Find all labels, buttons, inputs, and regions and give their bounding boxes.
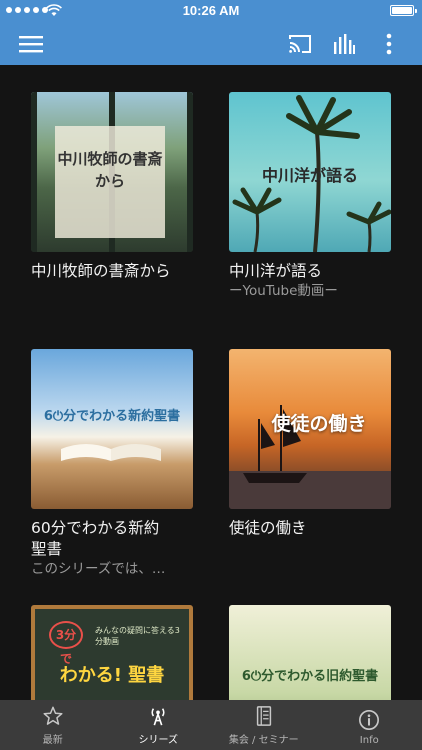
series-subtitle: ーYouTube動画ー <box>229 283 338 299</box>
thumbnail-small-text: みんなの疑問に答える3分動画 <box>95 626 180 646</box>
more-vertical-icon <box>386 33 392 54</box>
equalizer-button[interactable] <box>328 22 360 65</box>
thumbnail-badge: 3分で <box>49 621 83 666</box>
battery-icon <box>390 5 417 16</box>
series-title: 60分でわかる新約聖書 <box>31 519 160 558</box>
open-book-illustration <box>61 444 161 461</box>
thumbnail-text: 中川牧師の書斎から <box>57 150 163 190</box>
series-card-nakagawa-speaks[interactable]: 中川洋が語る 中川洋が語る ーYouTube動画ー <box>229 92 391 300</box>
tab-label: Info <box>359 735 379 746</box>
tab-series[interactable]: シリーズ <box>106 700 212 750</box>
series-card-nakagawa-study[interactable]: 中川牧師の書斎から 中川牧師の書斎から <box>31 92 193 282</box>
thumbnail-text: 中川洋が語る <box>261 166 358 185</box>
thumbnail-text: わかる! 聖書 <box>59 665 165 686</box>
series-title: 中川牧師の書斎から <box>31 262 171 280</box>
status-time: 10:26 AM <box>182 3 240 18</box>
series-title: 使徒の働き <box>229 519 307 537</box>
thumbnail-text: 使徒の働き <box>271 413 367 435</box>
equalizer-icon <box>334 33 355 54</box>
series-subtitle: このシリーズでは、… <box>31 561 166 577</box>
menu-button[interactable] <box>14 22 48 65</box>
more-options-button[interactable] <box>376 22 402 65</box>
thumbnail-text: 6⏻分でわかる新約聖書 <box>43 409 181 424</box>
series-thumbnail: 中川洋が語る <box>229 92 391 252</box>
series-thumbnail: 使徒の働き <box>229 349 391 509</box>
tab-meetings-seminars[interactable]: 集会 / セミナー <box>211 700 317 750</box>
tab-label: 最新 <box>42 735 63 746</box>
star-icon <box>43 706 63 725</box>
thumbnail-text: 6⏻分でわかる旧約聖書 <box>241 669 379 684</box>
series-card-acts[interactable]: 使徒の働き 使徒の働き <box>229 349 391 539</box>
tab-latest[interactable]: 最新 <box>0 700 106 750</box>
series-thumbnail: 中川牧師の書斎から <box>31 92 193 252</box>
tab-label: シリーズ <box>138 735 179 746</box>
bottom-tab-bar: 最新 シリーズ 集会 / セミナー Info <box>0 700 422 750</box>
broadcast-icon <box>151 708 165 726</box>
app-bar <box>0 22 422 65</box>
info-icon <box>359 710 380 730</box>
tab-info[interactable]: Info <box>317 700 422 750</box>
series-thumbnail: 6⏻分でわかる新約聖書 <box>31 349 193 509</box>
cast-button[interactable] <box>284 22 316 65</box>
hamburger-menu-icon <box>19 35 43 52</box>
book-icon <box>256 706 271 726</box>
cast-icon <box>289 34 311 53</box>
series-card-new-testament-60min[interactable]: 6⏻分でわかる新約聖書 60分でわかる新約聖書 このシリーズでは、… <box>31 349 193 578</box>
status-bar: 10:26 AM <box>0 0 422 22</box>
series-title: 中川洋が語る <box>229 262 323 280</box>
tab-label: 集会 / セミナー <box>228 735 299 746</box>
